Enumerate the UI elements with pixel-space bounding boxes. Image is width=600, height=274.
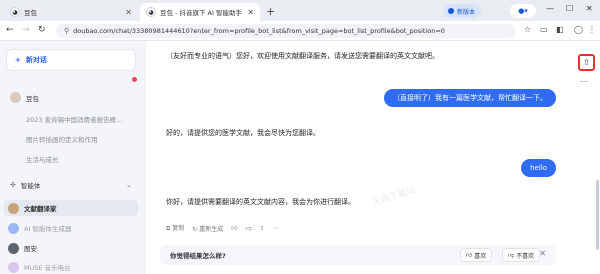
copy-button[interactable]: ⧉ 复制 [166,223,184,233]
more-icon[interactable]: ⋯ [273,225,279,232]
chevron-down-icon[interactable]: ⌄ [126,181,132,189]
feedback-bar: 你觉得结果怎么样? 👍︎ 喜欢 👎︎ 不喜欢 ✕ [160,245,556,265]
update-icon [448,8,454,14]
sidebar-section-agents[interactable]: ✣ 智能体 [10,180,40,190]
reload-icon[interactable]: ↻ [38,25,46,35]
tab-title: 豆包 - 抖音旗下 AI 智能助手 [160,9,242,17]
agent-avatar [8,222,19,234]
tab-title: 豆包 [24,9,37,17]
close-icon[interactable]: ✕ [539,249,546,258]
browser-tab-strip: ◕ 豆包 ✕ ◕ 豆包 - 抖音旗下 AI 智能助手 ✕ + 新版本 ●▾ — … [0,0,600,21]
history-item[interactable]: 图片转插画的定义和作用 [26,134,98,144]
plus-icon: + [15,56,21,64]
agent-item-tuan[interactable]: 图安 [4,240,138,256]
agent-item-muse[interactable]: MUSE 音乐电台 [4,259,138,274]
watermark: 天真下载站 [371,185,417,209]
badge-label: 新版本 [457,8,476,16]
agent-avatar [8,261,19,273]
user-message: （直接明了）我有一篇医学文献，帮忙翻译一下。 [384,89,556,107]
maximize-icon[interactable]: ☐ [566,4,573,13]
url-text: doubao.com/chat/33380981444610?enter_fro… [73,27,445,35]
agent-label: AI 智能体生成器 [24,225,72,233]
profile-menu-button[interactable]: ●▾ [510,4,536,18]
browser-tab-active[interactable]: ◕ 豆包 - 抖音旗下 AI 智能助手 ✕ [140,3,260,21]
scrollbar[interactable] [596,180,599,250]
doubao-favicon-icon: ◕ [146,7,156,17]
dislike-button[interactable]: 👎︎ 不喜欢 [502,248,541,262]
doubao-avatar [10,92,21,103]
agent-item-translator[interactable]: 文献翻译家 [4,200,138,216]
thumbs-up-icon: 👍︎ [466,252,473,259]
forward-icon[interactable]: → [22,25,30,35]
share-icon: ⇧ [583,58,590,67]
notification-dot [132,77,137,82]
share-icon[interactable]: ⇪ [260,225,265,232]
agent-avatar [8,242,19,254]
new-version-badge[interactable]: 新版本 [444,4,482,18]
sidebar-item-label: 豆包 [26,94,39,103]
thumbs-up-icon[interactable]: 👍︎ [231,224,237,232]
history-item[interactable]: 生活与成长 [26,154,59,164]
star-icon[interactable]: ☆ [524,25,531,34]
feedback-question: 你觉得结果怎么样? [170,252,226,260]
share-button[interactable]: ⇧ [578,54,595,71]
back-icon[interactable]: ← [6,25,14,35]
ai-message: 好的，请提供您的医学文献，我会尽快为您翻译。 [166,129,320,137]
agent-avatar [8,202,19,214]
ai-message: 你好，请提供需要翻译的英文文献内容，我会为你进行翻译。 [166,198,355,206]
refresh-icon: ↻ [192,225,198,233]
site-info-icon[interactable]: ⚲ [64,27,69,35]
copy-label: 复制 [172,225,185,232]
url-field[interactable]: ⚲ doubao.com/chat/33380981444610?enter_f… [56,24,516,38]
close-tab-icon[interactable]: ✕ [125,8,132,17]
chat-area: （友好而专业的语气）您好，欢迎使用文献翻译服务，请发送您需要翻译的英文文献吧。 … [146,41,570,274]
sidebar-toggle-icon[interactable]: ◧ [556,25,564,34]
reading-list-icon[interactable]: ▭ [540,25,548,34]
browser-menu-icon[interactable]: ⋮ [588,25,596,34]
user-message: hello [521,159,556,177]
regenerate-button[interactable]: ↻ 重新生成 [192,224,223,233]
ai-message: （友好而专业的语气）您好，欢迎使用文献翻译服务，请发送您需要翻译的英文文献吧。 [166,52,439,60]
window-close-icon[interactable]: ✕ [586,4,593,13]
more-options-icon[interactable]: ⋯ [580,77,588,86]
like-label: 喜欢 [474,252,487,260]
new-chat-label: 新对话 [25,56,47,64]
message-actions: ⧉ 复制 ↻ 重新生成 👍︎ 👎︎ ⇪ ⋯ [166,223,279,233]
doubao-favicon-icon: ◕ [10,7,20,17]
thumbs-down-icon[interactable]: 👎︎ [245,224,251,232]
copy-icon: ⧉ [166,225,171,232]
minimize-icon[interactable]: — [546,4,554,13]
account-icon[interactable]: ◯ [574,25,583,34]
history-item[interactable]: 2023 麦肯锡中国消费者报告概... [26,114,122,124]
like-button[interactable]: 👍︎ 喜欢 [460,248,493,262]
address-bar-row: ← → ↻ ⚲ doubao.com/chat/33380981444610?e… [0,21,600,41]
new-chat-button[interactable]: + 新对话 [6,49,136,71]
plus-icon[interactable]: + [266,5,275,18]
dislike-label: 不喜欢 [516,252,535,260]
thumbs-down-icon: 👎︎ [508,252,515,259]
agent-item-generator[interactable]: AI 智能体生成器 [4,220,138,236]
sidebar-item-doubao[interactable]: 豆包 [10,92,39,103]
browser-tab[interactable]: ◕ 豆包 ✕ [4,3,138,21]
agent-label: MUSE 音乐电台 [24,264,71,272]
regenerate-label: 重新生成 [199,225,224,233]
close-tab-icon[interactable]: ✕ [247,8,254,17]
sidebar: + 新对话 豆包 2023 麦肯锡中国消费者报告概... 图片转插画的定义和作用… [0,41,146,274]
agents-icon: ✣ [10,181,16,189]
agent-label: 文献翻译家 [24,205,57,213]
agent-label: 图安 [24,245,37,253]
section-label: 智能体 [20,182,41,190]
